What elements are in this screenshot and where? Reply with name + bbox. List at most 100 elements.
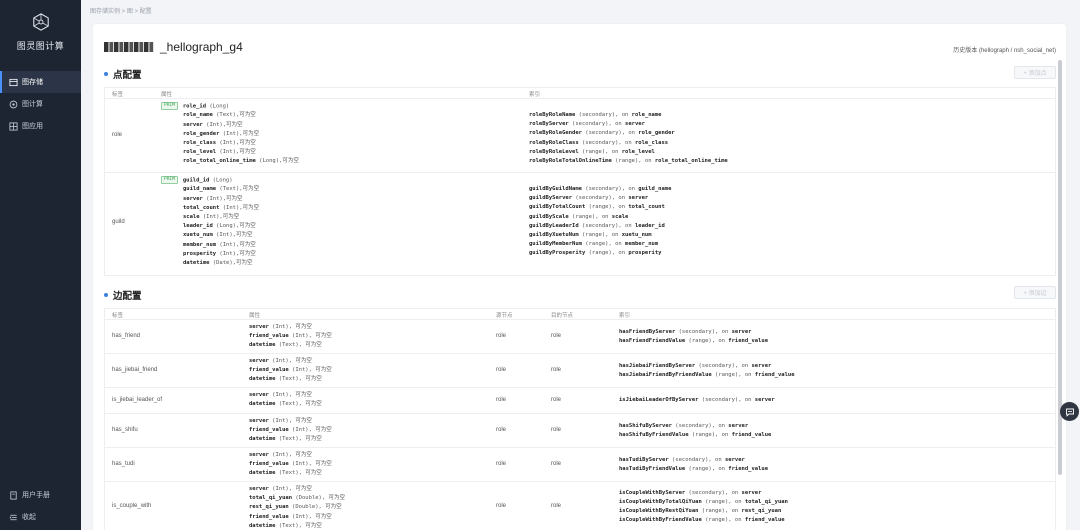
attribute-line: server (Int), 可为空 bbox=[249, 417, 332, 426]
edge-section-title: 边配置 bbox=[104, 288, 142, 302]
index-line: isCoupleWithByTotalQiYuan (range), on to… bbox=[619, 498, 788, 507]
sidebar-item-compute[interactable]: 图计算 bbox=[0, 93, 81, 115]
chat-button[interactable] bbox=[1060, 402, 1079, 421]
index-desc: (range), on bbox=[578, 148, 622, 155]
attribute-type: (Int),可为空 bbox=[202, 195, 243, 202]
edge-attributes: server (Int), 可为空 friend_value (Int), 可为空… bbox=[249, 451, 332, 479]
index-field: guild_name bbox=[638, 186, 672, 192]
index-desc: (secondary), on bbox=[671, 422, 729, 429]
vertex-label: guild bbox=[112, 219, 125, 225]
index-line: roleByRoleGender (secondary), on role_ge… bbox=[529, 129, 728, 138]
attribute-line: role_level (Int),可为空 bbox=[161, 148, 299, 157]
attribute-line: rest_qi_yuan (Double), 可为空 bbox=[249, 503, 345, 512]
add-vertex-button[interactable]: + 添加点 bbox=[1014, 66, 1056, 79]
index-desc: (range), on bbox=[701, 498, 745, 505]
history-version-link[interactable]: 历史版本 (hellograph / nsh_social_net) bbox=[953, 45, 1056, 54]
header-label: 标签 bbox=[112, 313, 124, 319]
attribute-line: prosperity (Int),可为空 bbox=[161, 250, 259, 259]
edge-attributes: server (Int), 可为空 friend_value (Int), 可为空… bbox=[249, 357, 332, 385]
index-desc: (range), on bbox=[585, 204, 629, 211]
index-field: server bbox=[724, 456, 745, 463]
section-dot bbox=[104, 72, 108, 76]
index-field: friend_value bbox=[731, 432, 772, 438]
index-field: server bbox=[731, 328, 752, 335]
index-field: scale bbox=[611, 213, 629, 220]
attribute-name: server bbox=[249, 418, 269, 424]
vertex-attributes: PRIM guild_id (Long) guild_name (Text),可为空… bbox=[161, 176, 259, 268]
apps-icon bbox=[8, 121, 18, 131]
attribute-type: (Int), 可为空 bbox=[268, 452, 312, 458]
attribute-type: (Long),可为空 bbox=[255, 158, 299, 165]
index-desc: (secondary), on bbox=[581, 186, 639, 192]
attribute-name: datetime bbox=[249, 470, 276, 477]
attribute-line: total_qi_yuan (Double), 可为空 bbox=[249, 494, 345, 503]
attribute-name: datetime bbox=[249, 522, 276, 529]
attribute-name: xuetu_num bbox=[183, 232, 213, 239]
index-name: guildByGuildName bbox=[529, 186, 582, 192]
attribute-line: server (Int), 可为空 bbox=[249, 485, 345, 494]
attribute-name: role_level bbox=[183, 149, 217, 156]
attribute-line: datetime (Date),可为空 bbox=[161, 259, 259, 268]
edge-indexes: isJiebaiLeaderOfByServer (secondary), on… bbox=[619, 396, 775, 405]
vertex-indexes: roleByRoleName (secondary), on role_name… bbox=[529, 111, 728, 166]
sidebar-item-collapse[interactable]: 收起 bbox=[0, 506, 81, 528]
attribute-type: (Text), 可为空 bbox=[275, 342, 322, 349]
header-attrs: 属性 bbox=[161, 92, 173, 98]
manual-icon bbox=[8, 490, 18, 500]
index-name: hasJiebaiFriendByServer bbox=[619, 362, 696, 369]
attribute-name: role_class bbox=[183, 140, 217, 147]
attribute-type: (Date),可为空 bbox=[209, 260, 253, 267]
edge-row: has_tudi role role server (Int), 可为空 friend_… bbox=[105, 448, 1055, 482]
sidebar-item-apps[interactable]: 图应用 bbox=[0, 115, 81, 137]
index-name: guildByScale bbox=[529, 213, 569, 220]
header-index: 索引 bbox=[529, 92, 541, 98]
attribute-type: (Int),可为空 bbox=[216, 250, 256, 257]
edge-source: role bbox=[496, 333, 507, 339]
attribute-name: server bbox=[249, 324, 269, 330]
edge-row: is_jiebai_leader_of role role server (Int),… bbox=[105, 388, 1055, 414]
attribute-line: PRIM guild_id (Long) bbox=[161, 176, 259, 185]
index-field: total_qi_yuan bbox=[744, 498, 788, 505]
attribute-type: (Int),可为空 bbox=[216, 140, 256, 147]
index-field: friend_value bbox=[728, 338, 769, 344]
index-name: guildByProsperity bbox=[529, 250, 586, 257]
attribute-type: (Long),可为空 bbox=[212, 223, 256, 230]
attribute-line: member_num (Int),可为空 bbox=[161, 241, 259, 250]
edge-label: is_couple_with bbox=[112, 503, 152, 509]
edge-label: has_tudi bbox=[112, 461, 135, 467]
edge-attributes: server (Int), 可为空 total_qi_yuan (Double),… bbox=[249, 485, 345, 530]
attribute-name: role_total_online_time bbox=[183, 158, 256, 165]
vertex-indexes: guildByGuildName (secondary), on guild_n… bbox=[529, 185, 671, 259]
attribute-type: (Long) bbox=[209, 177, 233, 184]
attribute-name: datetime bbox=[249, 342, 276, 349]
index-desc: (range), on bbox=[701, 517, 745, 524]
index-line: guildByMemberNum (range), on member_num bbox=[529, 240, 671, 249]
index-name: isCoupleWithByRestQiYuan bbox=[619, 508, 699, 514]
index-line: guildByXuetuNum (range), on xuetu_num bbox=[529, 231, 671, 240]
index-name: hasTudiByServer bbox=[619, 456, 669, 463]
attribute-line: server (Int),可为空 bbox=[161, 195, 259, 204]
edge-target: role bbox=[551, 367, 562, 373]
attribute-type: (Double), 可为空 bbox=[288, 504, 342, 511]
attribute-name: role_id bbox=[182, 103, 207, 110]
edge-row: is_couple_with role role server (Int), 可为空 t… bbox=[105, 482, 1055, 530]
attribute-type: (Int),可为空 bbox=[202, 121, 243, 128]
attribute-type: (Int), 可为空 bbox=[268, 392, 312, 398]
sidebar-item-manual[interactable]: 用户手册 bbox=[0, 484, 81, 506]
attribute-name: leader_id bbox=[183, 223, 213, 230]
index-field: friend_value bbox=[744, 517, 785, 524]
attribute-name: friend_value bbox=[249, 367, 289, 374]
attribute-name: scale bbox=[183, 214, 200, 221]
vertex-section-label: 点配置 bbox=[113, 70, 142, 81]
add-edge-button[interactable]: + 添加边 bbox=[1014, 286, 1056, 299]
breadcrumb[interactable]: 图存储实例 > 图 > 配置 bbox=[90, 6, 152, 15]
index-name: hasFriendByServer bbox=[619, 328, 676, 335]
index-line: hasJiebaiFriendByFriendValue (range), on… bbox=[619, 371, 795, 380]
attribute-name: friend_value bbox=[249, 427, 289, 434]
header-target: 目的节点 bbox=[551, 313, 574, 319]
attribute-type: (Text), 可为空 bbox=[275, 401, 322, 408]
index-field: prosperity bbox=[628, 250, 662, 257]
attribute-type: (Double), 可为空 bbox=[292, 495, 345, 502]
edge-attributes: server (Int), 可为空 friend_value (Int), 可为空… bbox=[249, 323, 332, 351]
sidebar-item-storage[interactable]: 图存储 bbox=[0, 71, 81, 93]
